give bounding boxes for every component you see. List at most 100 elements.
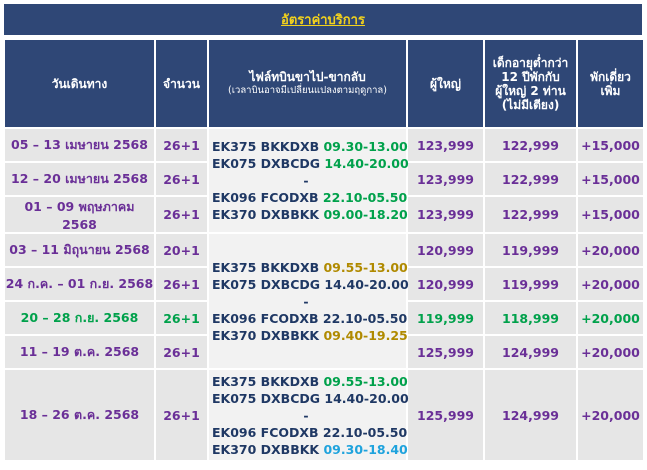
flight-line: EK375 BKKDXB 09.30-13.00 bbox=[212, 138, 408, 155]
flight-group-3: EK375 BKKDXB 09.55-13.00 EK075 DXBCDG 14… bbox=[207, 368, 409, 462]
row-single-supplement: +15,000 bbox=[576, 127, 645, 163]
flight-group-2: EK375 BKKDXB 09.55-13.00 EK075 DXBCDG 14… bbox=[207, 232, 409, 370]
flight-code: EK075 DXBCDG bbox=[212, 390, 321, 406]
row-adult-price: 120,999 bbox=[406, 266, 485, 302]
header-child-l1: เด็กอายุต่ำกว่า bbox=[492, 55, 569, 70]
row-pax: 26+1 bbox=[154, 266, 209, 302]
row-child-price: 124,999 bbox=[483, 368, 578, 462]
header-flight-title: ไฟล์ทบินขาไป-ขากลับ bbox=[249, 69, 366, 84]
flight-code: EK370 DXBBKK bbox=[212, 327, 320, 343]
flight-code: EK075 DXBCDG bbox=[212, 156, 321, 171]
flight-line: EK075 DXBCDG 14.40-20.00 bbox=[212, 390, 409, 407]
table-header-row: วันเดินทาง จำนวน ไฟล์ทบินขาไป-ขากลับ (เว… bbox=[3, 38, 645, 129]
row-date: 05 – 13 เมษายน 2568 bbox=[3, 127, 156, 163]
flight-group-1: EK375 BKKDXB 09.30-13.00 EK075 DXBCDG 14… bbox=[207, 127, 409, 234]
header-flight: ไฟล์ทบินขาไป-ขากลับ (เวลาบินอาจมีเปลี่ยน… bbox=[207, 38, 408, 129]
row-single-supplement: +15,000 bbox=[576, 161, 645, 197]
flight-time: 09.40-19.25 bbox=[323, 327, 408, 343]
flight-line: EK075 DXBCDG 14.40-20.00 bbox=[212, 155, 409, 172]
flight-time: 22.10-05.50 bbox=[322, 424, 408, 440]
flight-time: 14.40-20.00 bbox=[324, 156, 409, 171]
flight-time: 14.40-20.00 bbox=[324, 390, 409, 406]
flight-line: EK370 DXBBKK 09.00-18.20 bbox=[212, 206, 408, 223]
row-pax: 26+1 bbox=[154, 300, 209, 336]
row-single-supplement: +20,000 bbox=[576, 368, 645, 462]
page-title: อัตราค่าบริการ bbox=[281, 13, 365, 28]
flight-line: EK096 FCODXB 22.10-05.50 bbox=[212, 189, 408, 206]
flight-code: EK096 FCODXB bbox=[212, 310, 319, 326]
row-adult-price: 120,999 bbox=[406, 232, 485, 268]
flight-code: EK075 DXBCDG bbox=[212, 276, 321, 292]
flight-line: EK096 FCODXB 22.10-05.50 bbox=[212, 310, 408, 327]
flight-time: 09.30-13.00 bbox=[323, 139, 408, 154]
row-date: 03 – 11 มิถุนายน 2568 bbox=[3, 232, 156, 268]
row-child-price: 122,999 bbox=[483, 161, 578, 197]
row-child-price: 122,999 bbox=[483, 195, 578, 234]
flight-separator: - bbox=[303, 407, 309, 423]
flight-line: EK370 DXBBKK 09.40-19.25 bbox=[212, 327, 408, 344]
row-date: 24 ก.ค. – 01 ก.ย. 2568 bbox=[3, 266, 156, 302]
flight-code: EK375 BKKDXB bbox=[212, 259, 320, 275]
flight-line: EK370 DXBBKK 09.30-18.40 bbox=[212, 441, 408, 458]
row-date: 20 – 28 ก.ย. 2568 bbox=[3, 300, 156, 336]
flight-time: 09.55-13.00 bbox=[323, 373, 408, 389]
row-single-supplement: +20,000 bbox=[576, 232, 645, 268]
header-flight-note: (เวลาบินอาจมีเปลี่ยนแปลงตามฤดูกาล) bbox=[228, 84, 387, 96]
row-date: 11 – 19 ต.ค. 2568 bbox=[3, 334, 156, 370]
row-adult-price: 123,999 bbox=[406, 195, 485, 234]
flight-time: 09.00-18.20 bbox=[323, 207, 408, 222]
header-child-l3: ผู้ใหญ่ 2 ท่าน bbox=[495, 83, 566, 98]
row-single-supplement: +20,000 bbox=[576, 334, 645, 370]
price-table-container: อัตราค่าบริการ วันเดินทาง จำนวน ไฟล์ทบิน… bbox=[0, 0, 647, 470]
row-adult-price: 123,999 bbox=[406, 127, 485, 163]
flight-time: 22.10-05.50 bbox=[322, 310, 408, 326]
flight-code: EK375 BKKDXB bbox=[212, 373, 320, 389]
row-child-price: 119,999 bbox=[483, 232, 578, 268]
row-adult-price: 123,999 bbox=[406, 161, 485, 197]
row-pax: 20+1 bbox=[154, 232, 209, 268]
table-row: 03 – 11 มิถุนายน 2568 20+1 EK375 BKKDXB … bbox=[3, 232, 645, 370]
title-bar: อัตราค่าบริการ bbox=[3, 3, 643, 36]
price-table: วันเดินทาง จำนวน ไฟล์ทบินขาไป-ขากลับ (เว… bbox=[3, 38, 645, 462]
row-adult-price: 125,999 bbox=[406, 368, 485, 462]
header-child: เด็กอายุต่ำกว่า 12 ปีพักกับ ผู้ใหญ่ 2 ท่… bbox=[483, 38, 578, 129]
row-pax: 26+1 bbox=[154, 334, 209, 370]
row-child-price: 122,999 bbox=[483, 127, 578, 163]
flight-time: 09.55-13.00 bbox=[323, 259, 408, 275]
row-adult-price: 125,999 bbox=[406, 334, 485, 370]
row-child-price: 119,999 bbox=[483, 266, 578, 302]
row-date: 18 – 26 ต.ค. 2568 bbox=[3, 368, 156, 462]
flight-code: EK370 DXBBKK bbox=[212, 441, 320, 457]
table-row: 18 – 26 ต.ค. 2568 26+1 EK375 BKKDXB 09.5… bbox=[3, 368, 645, 462]
flight-time: 14.40-20.00 bbox=[324, 276, 409, 292]
header-pax: จำนวน bbox=[154, 38, 209, 129]
row-single-supplement: +20,000 bbox=[576, 266, 645, 302]
flight-time: 22.10-05.50 bbox=[322, 190, 408, 205]
flight-separator: - bbox=[303, 293, 309, 309]
flight-separator: - bbox=[303, 173, 309, 188]
header-date: วันเดินทาง bbox=[3, 38, 156, 129]
row-adult-price: 119,999 bbox=[406, 300, 485, 336]
row-pax: 26+1 bbox=[154, 127, 209, 163]
row-pax: 26+1 bbox=[154, 161, 209, 197]
header-single: พักเดี่ยว เพิ่ม bbox=[576, 38, 645, 129]
row-child-price: 124,999 bbox=[483, 334, 578, 370]
row-child-price: 118,999 bbox=[483, 300, 578, 336]
flight-line: EK375 BKKDXB 09.55-13.00 bbox=[212, 259, 408, 276]
header-child-l2: 12 ปีพักกับ bbox=[501, 69, 560, 84]
row-single-supplement: +15,000 bbox=[576, 195, 645, 234]
row-date: 01 – 09 พฤษภาคม 2568 bbox=[3, 195, 156, 234]
flight-code: EK375 BKKDXB bbox=[212, 139, 320, 154]
row-pax: 26+1 bbox=[154, 368, 209, 462]
flight-code: EK096 FCODXB bbox=[212, 190, 319, 205]
flight-line: EK075 DXBCDG 14.40-20.00 bbox=[212, 276, 409, 293]
header-single-l2: เพิ่ม bbox=[600, 83, 621, 98]
header-adult: ผู้ใหญ่ bbox=[406, 38, 485, 129]
flight-code: EK370 DXBBKK bbox=[212, 207, 320, 222]
row-date: 12 – 20 เมษายน 2568 bbox=[3, 161, 156, 197]
flight-code: EK096 FCODXB bbox=[212, 424, 319, 440]
row-pax: 26+1 bbox=[154, 195, 209, 234]
row-single-supplement: +20,000 bbox=[576, 300, 645, 336]
header-child-l4: (ไม่มีเตียง) bbox=[501, 97, 560, 112]
flight-time: 09.30-18.40 bbox=[323, 441, 408, 457]
